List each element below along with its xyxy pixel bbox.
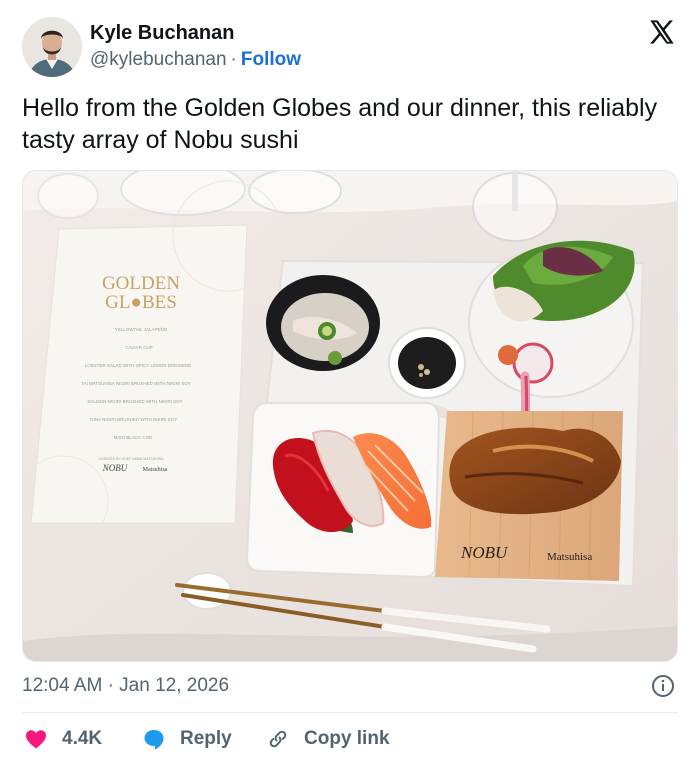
tweet-date: Jan 12, 2026 <box>119 675 230 696</box>
menu-title-line1: GOLDEN <box>102 273 180 294</box>
divider <box>22 712 678 713</box>
menu-item-2: CAVIAR CUP <box>125 345 152 350</box>
board-brand-nobu: NOBU <box>460 543 509 562</box>
menu-footer-brand2: Matsuhisa <box>143 467 168 473</box>
menu-item-7: MISO BLACK COD <box>114 435 154 440</box>
tweet-header: Kyle Buchanan @kylebuchanan · Follow <box>22 15 678 79</box>
like-count: 4.4K <box>62 728 103 749</box>
menu-item-1: YELLOWTAIL JALAPEÑO <box>115 326 168 332</box>
info-icon[interactable] <box>651 674 675 698</box>
tweet-timestamp[interactable]: 12:04 AM · Jan 12, 2026 <box>22 675 229 697</box>
copy-link-button[interactable]: Copy link <box>266 724 390 754</box>
miso-cod-board: NOBU Matsuhisa <box>435 410 623 581</box>
menu-item-4: TAI MATSUHISA NIGIRI BRUSHED WITH NIKIRI… <box>81 381 191 386</box>
menu-item-3: LOBSTER SALAD WITH SPICY LEMON DRESSING <box>85 363 192 368</box>
timestamp-separator: · <box>107 675 114 696</box>
reply-bubble-icon <box>144 730 164 750</box>
author-handle[interactable]: @kylebuchanan <box>90 49 227 70</box>
tweet-time: 12:04 AM <box>22 675 103 696</box>
link-icon <box>269 730 287 748</box>
tweet-photo[interactable]: GOLDEN GL●BES YELLOWTAIL JALAPEÑO CAVIAR… <box>22 170 678 662</box>
menu-item-5: SALMON NIGIRI BRUSHED WITH NIKIRI SOY <box>87 399 182 404</box>
tweet-actions: 4.4K Reply Copy link <box>22 724 678 754</box>
sushi-plate <box>245 402 441 579</box>
reply-label: Reply <box>180 728 232 749</box>
author-meta: @kylebuchanan · Follow <box>90 49 301 71</box>
follow-button[interactable]: Follow <box>241 49 301 70</box>
author-name[interactable]: Kyle Buchanan <box>90 22 234 45</box>
like-button[interactable]: 4.4K <box>24 724 102 754</box>
separator-dot: · <box>230 49 237 70</box>
avatar[interactable] <box>22 17 82 77</box>
heart-icon <box>26 730 46 749</box>
x-logo-icon[interactable] <box>648 18 676 46</box>
menu-title-line2: GL●BES <box>105 292 177 313</box>
yellowtail-bowl <box>266 275 380 371</box>
copy-link-label: Copy link <box>304 728 390 749</box>
reply-button[interactable]: Reply <box>142 724 232 754</box>
menu-footer-brand: NOBU <box>102 463 128 473</box>
board-brand-matsuhisa: Matsuhisa <box>547 551 592 563</box>
tweet-text: Hello from the Golden Globes and our din… <box>22 94 658 154</box>
menu-item-6: TUNA NIGIRI BRUSHED WITH NIKIRI SOY <box>89 417 177 422</box>
menu-footer-small: CURATED BY CHEF NOBU MATSUHISA <box>99 457 165 461</box>
